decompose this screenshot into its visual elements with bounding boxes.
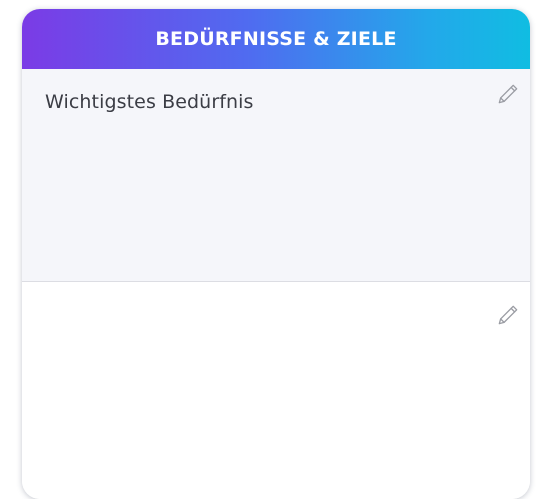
secondary-section[interactable]	[22, 282, 530, 499]
pencil-icon	[498, 84, 518, 104]
card-title: BEDÜRFNISSE & ZIELE	[155, 28, 397, 50]
pencil-icon	[498, 305, 518, 325]
card-header: BEDÜRFNISSE & ZIELE	[22, 9, 530, 69]
needs-goals-card: BEDÜRFNISSE & ZIELE Wichtigstes Bedürfni…	[22, 9, 530, 499]
main-need-label: Wichtigstes Bedürfnis	[45, 91, 254, 113]
edit-main-need-button[interactable]	[494, 80, 522, 108]
main-need-section[interactable]: Wichtigstes Bedürfnis	[22, 69, 530, 282]
edit-secondary-button[interactable]	[494, 301, 522, 329]
